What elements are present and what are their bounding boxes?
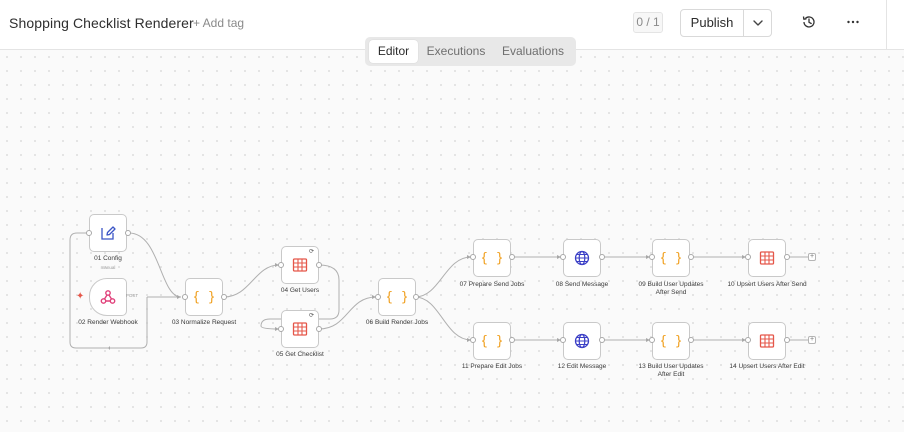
- version-counter: 0 / 1: [633, 12, 663, 33]
- publish-dropdown-button[interactable]: [744, 10, 772, 36]
- node-14-upsert-users-after-edit[interactable]: [748, 322, 786, 360]
- globe-icon: [574, 250, 590, 266]
- node-12-edit-message[interactable]: [563, 322, 601, 360]
- node-07-output-port[interactable]: [509, 254, 515, 260]
- node-04-input-port[interactable]: [278, 262, 284, 268]
- node-12-input-port[interactable]: [560, 337, 566, 343]
- workflow-title[interactable]: Shopping Checklist Renderer: [9, 15, 194, 31]
- node-05-input-port[interactable]: [278, 326, 284, 332]
- node-14-label: 14 Upsert Users After Edit: [729, 363, 805, 370]
- code-braces-icon: { }: [661, 334, 681, 349]
- node-06-output-port[interactable]: [413, 294, 419, 300]
- node-03-label: 03 Normalize Request: [171, 319, 237, 326]
- node-11-input-port[interactable]: [470, 337, 476, 343]
- node-13-output-port[interactable]: [688, 337, 694, 343]
- node-09-build-user-updates-after-send[interactable]: { }: [652, 239, 690, 277]
- node-06-input-port[interactable]: [375, 294, 381, 300]
- node-03-normalize-request[interactable]: { }: [185, 278, 223, 316]
- node-04-output-port[interactable]: [316, 262, 322, 268]
- node-02-label: 02 Render Webhook: [78, 319, 138, 326]
- node-01-output-port[interactable]: [125, 230, 131, 236]
- node-02-sublabel: POST: [125, 293, 139, 298]
- tab-executions[interactable]: Executions: [423, 40, 489, 63]
- node-05-label: 05 Get Checklist: [276, 351, 324, 358]
- history-icon[interactable]: [801, 14, 817, 30]
- node-09-label: 09 Build User Updates After Send: [638, 281, 704, 296]
- publish-button[interactable]: Publish: [681, 10, 744, 36]
- node-11-prepare-edit-jobs[interactable]: { }: [473, 322, 511, 360]
- add-node-after-14-button[interactable]: +: [808, 336, 816, 344]
- table-icon: [759, 334, 775, 348]
- workflow-canvas[interactable]: 01 Config manual POST ✦ 02 Render Webhoo…: [0, 50, 904, 432]
- node-13-build-user-updates-after-edit[interactable]: { }: [652, 322, 690, 360]
- node-10-label: 10 Upsert Users After Send: [727, 281, 807, 288]
- node-14-output-port[interactable]: [784, 337, 790, 343]
- more-options-icon[interactable]: [845, 14, 861, 30]
- header-divider: [886, 0, 887, 50]
- svg-text:{ }: { }: [194, 290, 214, 305]
- node-06-label: 06 Build Render Jobs: [365, 319, 429, 326]
- node-01-label: 01 Config: [94, 255, 122, 262]
- code-braces-icon: { }: [194, 290, 214, 305]
- node-11-output-port[interactable]: [509, 337, 515, 343]
- node-07-input-port[interactable]: [470, 254, 476, 260]
- svg-text:{ }: { }: [387, 290, 407, 305]
- node-10-upsert-users-after-send[interactable]: [748, 239, 786, 277]
- add-node-after-10-button[interactable]: +: [808, 253, 816, 261]
- node-10-output-port[interactable]: [784, 254, 790, 260]
- webhook-icon: [100, 290, 116, 304]
- view-tabs: Editor Executions Evaluations: [365, 37, 576, 66]
- node-05-output-port[interactable]: [316, 326, 322, 332]
- node-03-output-port[interactable]: [221, 294, 227, 300]
- node-01-input-port[interactable]: [86, 230, 92, 236]
- add-tag-button[interactable]: + Add tag: [193, 16, 244, 30]
- svg-text:{ }: { }: [661, 334, 681, 349]
- node-09-output-port[interactable]: [688, 254, 694, 260]
- node-10-input-port[interactable]: [745, 254, 751, 260]
- svg-text:{ }: { }: [661, 251, 681, 266]
- node-04-label: 04 Get Users: [280, 287, 320, 294]
- node-08-input-port[interactable]: [560, 254, 566, 260]
- node-13-input-port[interactable]: [649, 337, 655, 343]
- node-08-output-port[interactable]: [599, 254, 605, 260]
- code-braces-icon: { }: [482, 334, 502, 349]
- chevron-down-icon: [753, 20, 763, 26]
- node-09-input-port[interactable]: [649, 254, 655, 260]
- node-12-output-port[interactable]: [599, 337, 605, 343]
- node-08-label: 08 Send Message: [555, 281, 609, 288]
- node-04-sync-icon: ⟳: [309, 249, 315, 255]
- globe-icon: [574, 333, 590, 349]
- node-01-sublabel: manual: [100, 265, 116, 270]
- tab-evaluations[interactable]: Evaluations: [498, 40, 568, 63]
- code-braces-icon: { }: [661, 251, 681, 266]
- node-06-build-render-jobs[interactable]: { }: [378, 278, 416, 316]
- node-14-input-port[interactable]: [745, 337, 751, 343]
- node-05-sync-icon: ⟳: [309, 313, 315, 319]
- table-icon: [759, 251, 775, 265]
- table-icon: [292, 322, 308, 336]
- svg-text:{ }: { }: [482, 251, 502, 266]
- node-01-config[interactable]: [89, 214, 127, 252]
- code-braces-icon: { }: [482, 251, 502, 266]
- tab-editor[interactable]: Editor: [369, 40, 418, 63]
- svg-text:{ }: { }: [482, 334, 502, 349]
- node-08-send-message[interactable]: [563, 239, 601, 277]
- table-icon: [292, 258, 308, 272]
- edit-icon: [101, 226, 116, 240]
- node-07-label: 07 Prepare Send Jobs: [459, 281, 525, 288]
- node-03-input-port[interactable]: [182, 294, 188, 300]
- node-13-label: 13 Build User Updates After Edit: [638, 363, 704, 378]
- trigger-marker-icon: ✦: [76, 291, 85, 302]
- node-07-prepare-send-jobs[interactable]: { }: [473, 239, 511, 277]
- publish-group: Publish: [680, 9, 772, 37]
- code-braces-icon: { }: [387, 290, 407, 305]
- node-11-label: 11 Prepare Edit Jobs: [461, 363, 523, 370]
- node-12-label: 12 Edit Message: [557, 363, 607, 370]
